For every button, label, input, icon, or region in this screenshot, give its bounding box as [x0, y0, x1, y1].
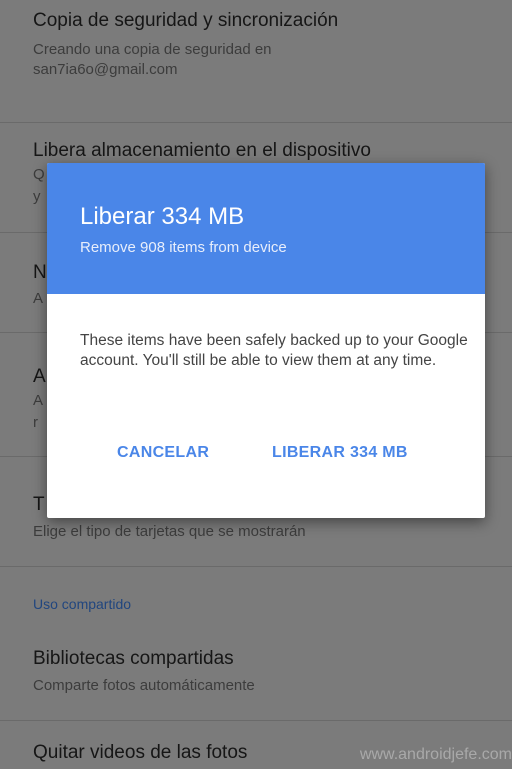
backup-sync-setting[interactable]: Copia de seguridad y sincronización Crea…	[0, 10, 512, 80]
shared-libraries-subtitle: Comparte fotos automáticamente	[33, 677, 255, 694]
obscured-text-fragment: y	[33, 188, 41, 205]
shared-libraries-title: Bibliotecas compartidas	[33, 648, 234, 669]
obscured-text-fragment: Q	[33, 166, 45, 183]
obscured-text-fragment: r	[33, 414, 38, 431]
free-storage-setting[interactable]: Libera almacenamiento en el dispositivo	[0, 140, 512, 162]
dialog-title: Liberar 334 MB	[80, 203, 245, 230]
shared-libraries-setting[interactable]: Bibliotecas compartidas Comparte fotos a…	[0, 648, 512, 696]
divider	[0, 720, 512, 721]
obscured-text-fragment: T	[33, 494, 45, 515]
obscured-text-fragment: A	[33, 392, 44, 409]
cancel-button[interactable]: CANCELAR	[117, 444, 209, 462]
watermark: www.androidjefe.com	[359, 746, 512, 763]
obscured-text-fragment: N	[33, 262, 47, 283]
cards-setting[interactable]: Elige el tipo de tarjetas que se mostrar…	[0, 522, 512, 542]
obscured-text-fragment: A	[33, 366, 46, 387]
backup-sync-title: Copia de seguridad y sincronización	[33, 10, 339, 31]
obscured-text-fragment: A	[33, 290, 44, 307]
divider	[0, 566, 512, 567]
backup-sync-subtitle-line1: Creando una copia de seguridad en	[33, 41, 272, 58]
free-up-dialog: Liberar 334 MB Remove 908 items from dev…	[47, 163, 485, 518]
divider	[0, 122, 512, 123]
free-storage-title: Libera almacenamiento en el dispositivo	[33, 140, 371, 161]
cards-subtitle: Elige el tipo de tarjetas que se mostrar…	[33, 523, 306, 540]
dialog-header: Liberar 334 MB Remove 908 items from dev…	[47, 163, 485, 294]
dialog-message: These items have been safely backed up t…	[80, 332, 468, 369]
backup-sync-account: san7ia6o@gmail.com	[33, 61, 178, 78]
dialog-subtitle: Remove 908 items from device	[80, 239, 287, 256]
confirm-free-up-button[interactable]: LIBERAR 334 MB	[272, 444, 408, 462]
section-header-shared: Uso compartido	[33, 596, 132, 612]
